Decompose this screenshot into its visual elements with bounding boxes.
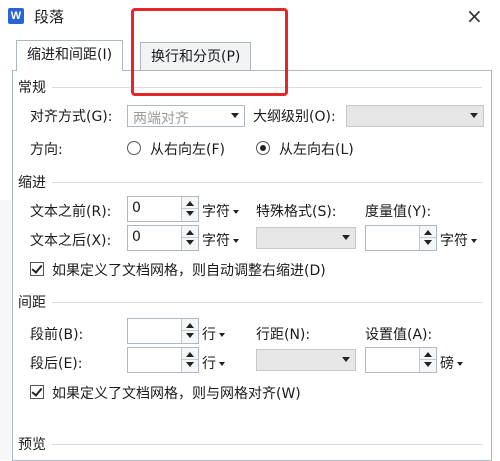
indent-before-unit[interactable]: 字符: [202, 201, 239, 221]
special-format-label: 特殊格式(S):: [256, 204, 337, 220]
special-format-select[interactable]: [256, 227, 356, 249]
chevron-down-icon: [231, 113, 239, 118]
spin-down-icon[interactable]: [424, 240, 432, 245]
indent-grid-checkbox[interactable]: [30, 262, 44, 276]
spin-up-icon[interactable]: [186, 352, 194, 357]
setting-value-label: 设置值(A):: [365, 327, 433, 343]
spin-down-icon[interactable]: [186, 333, 194, 338]
indent-after-spinner[interactable]: 0: [127, 225, 199, 251]
spacing-grid-checkbox-label[interactable]: 如果定义了文档网格，则与网格对齐(W): [52, 383, 301, 403]
indent-after-unit[interactable]: 字符: [202, 230, 239, 250]
spacing-grid-checkbox[interactable]: [30, 385, 44, 399]
measure-spinner[interactable]: [365, 225, 437, 251]
line-spacing-select[interactable]: [256, 349, 356, 371]
indent-grid-checkbox-label[interactable]: 如果定义了文档网格，则自动调整右缩进(D): [52, 260, 326, 280]
chevron-down-icon: [233, 210, 239, 214]
section-divider: [52, 182, 482, 183]
indent-after-label: 文本之后(X):: [30, 233, 112, 249]
chevron-down-icon: [471, 239, 477, 243]
space-after-label: 段后(E):: [30, 356, 83, 372]
space-after-unit[interactable]: 行: [202, 353, 225, 373]
space-before-unit[interactable]: 行: [202, 324, 225, 344]
section-preview-title: 预览: [18, 437, 46, 453]
section-general-title: 常规: [18, 80, 46, 96]
alignment-label: 对齐方式(G):: [30, 109, 113, 125]
spin-down-icon[interactable]: [424, 362, 432, 367]
direction-label: 方向:: [30, 142, 63, 158]
spin-down-icon[interactable]: [186, 240, 194, 245]
background-document: [0, 200, 12, 460]
spin-down-icon[interactable]: [186, 362, 194, 367]
chevron-down-icon: [219, 333, 225, 337]
chevron-down-icon: [342, 357, 350, 362]
spin-down-icon[interactable]: [186, 211, 194, 216]
dialog-title: 段落: [34, 8, 65, 26]
measure-unit[interactable]: 字符: [440, 230, 477, 250]
outline-level-label: 大纲级别(O):: [253, 109, 336, 125]
spin-up-icon[interactable]: [186, 230, 194, 235]
measure-label: 度量值(Y):: [365, 204, 432, 220]
spin-up-icon[interactable]: [424, 352, 432, 357]
setting-value-spinner[interactable]: [365, 347, 437, 373]
chevron-down-icon: [470, 113, 478, 118]
indent-before-label: 文本之前(R):: [30, 204, 112, 220]
spin-up-icon[interactable]: [424, 230, 432, 235]
chevron-down-icon: [233, 239, 239, 243]
radio-ltr[interactable]: [256, 141, 270, 155]
chevron-down-icon: [457, 362, 463, 366]
section-divider: [52, 302, 482, 303]
highlight-box: [131, 8, 288, 96]
space-after-spinner[interactable]: [127, 347, 199, 373]
setting-value-unit[interactable]: 磅: [440, 353, 463, 373]
alignment-select[interactable]: 两端对齐: [127, 105, 245, 127]
section-divider: [52, 444, 482, 445]
alignment-value: 两端对齐: [133, 111, 189, 127]
close-icon[interactable]: ×: [466, 4, 483, 28]
line-spacing-label: 行距(N):: [256, 327, 311, 343]
chevron-down-icon: [342, 235, 350, 240]
indent-before-value: 0: [132, 200, 141, 216]
space-before-spinner[interactable]: [127, 318, 199, 344]
section-spacing-title: 间距: [18, 295, 46, 311]
wps-writer-icon: W: [8, 8, 24, 24]
tab-indent-spacing[interactable]: 缩进和间距(I): [16, 40, 124, 71]
section-indent-title: 缩进: [18, 175, 46, 191]
space-before-label: 段前(B):: [30, 327, 84, 343]
spin-up-icon[interactable]: [186, 201, 194, 206]
radio-rtl[interactable]: [127, 141, 141, 155]
indent-after-value: 0: [132, 229, 141, 245]
radio-ltr-label[interactable]: 从左向右(L): [279, 139, 354, 159]
radio-rtl-label[interactable]: 从右向左(F): [150, 139, 225, 159]
outline-level-select[interactable]: [346, 105, 484, 127]
indent-before-spinner[interactable]: 0: [127, 196, 199, 222]
spin-up-icon[interactable]: [186, 323, 194, 328]
chevron-down-icon: [219, 362, 225, 366]
